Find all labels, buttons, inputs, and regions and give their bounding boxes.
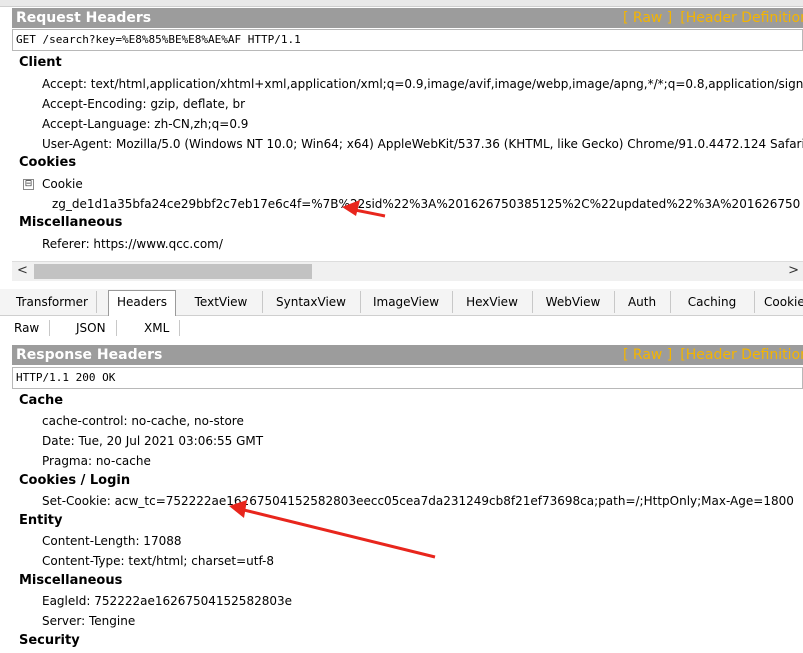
header-eagleid[interactable]: EagleId: 752222ae16267504152582803e [42, 594, 292, 608]
header-server[interactable]: Server: Tengine [42, 614, 135, 628]
request-line: GET /search?key=%E8%85%BE%E8%AE%AF HTTP/… [12, 29, 803, 51]
subtabs: Raw JSON XML [0, 316, 803, 340]
cookie-node-label[interactable]: Cookie [42, 177, 83, 191]
tab-hexview[interactable]: HexView [452, 291, 533, 313]
scrollbar-thumb[interactable] [34, 264, 312, 279]
tab-textview[interactable]: TextView [180, 291, 263, 313]
request-raw-link[interactable]: [ Raw ] [623, 10, 672, 26]
header-referer[interactable]: Referer: https://www.qcc.com/ [42, 237, 223, 251]
scroll-left-arrow-icon[interactable]: < [17, 263, 28, 278]
request-headers-bar: Request Headers [ Raw ] [Header Definitio… [12, 8, 803, 28]
header-content-type[interactable]: Content-Type: text/html; charset=utf-8 [42, 554, 274, 568]
response-headers-title: Response Headers [16, 347, 163, 363]
header-content-length[interactable]: Content-Length: 17088 [42, 534, 181, 548]
header-date[interactable]: Date: Tue, 20 Jul 2021 03:06:55 GMT [42, 434, 263, 448]
tab-auth[interactable]: Auth [614, 291, 671, 313]
group-cookies-login[interactable]: Cookies / Login [19, 473, 130, 488]
response-headers-bar: Response Headers [ Raw ] [Header Definiti… [12, 345, 803, 365]
cookie-value[interactable]: zg_de1d1a35bfa24ce29bbf2c7eb17e6c4f=%7B%… [52, 197, 800, 211]
subtab-raw[interactable]: Raw [4, 320, 51, 336]
subtab-json[interactable]: JSON [66, 320, 117, 336]
horizontal-scrollbar[interactable]: < > [12, 261, 803, 281]
request-line-text: GET /search?key=%E8%85%BE%E8%AE%AF HTTP/… [16, 33, 301, 46]
header-pragma[interactable]: Pragma: no-cache [42, 454, 151, 468]
header-user-agent[interactable]: User-Agent: Mozilla/5.0 (Windows NT 10.0… [42, 137, 803, 151]
subtab-xml[interactable]: XML [134, 320, 181, 336]
tab-transformer[interactable]: Transformer [8, 291, 97, 313]
header-accept-language[interactable]: Accept-Language: zh-CN,zh;q=0.9 [42, 117, 248, 131]
request-header-links: [ Raw ] [Header Definitions] [623, 8, 803, 28]
status-line: HTTP/1.1 200 OK [12, 367, 803, 389]
response-raw-link[interactable]: [ Raw ] [623, 347, 672, 363]
tab-cookies[interactable]: Cookies [754, 291, 803, 313]
group-security[interactable]: Security [19, 633, 80, 648]
group-entity[interactable]: Entity [19, 513, 63, 528]
group-client[interactable]: Client [19, 55, 62, 70]
collapse-toggle-icon[interactable]: ⊟ [23, 179, 34, 190]
group-cache[interactable]: Cache [19, 393, 63, 408]
request-headers-title: Request Headers [16, 10, 152, 26]
tab-imageview[interactable]: ImageView [360, 291, 453, 313]
top-toolbar-strip [0, 0, 803, 7]
group-miscellaneous-response[interactable]: Miscellaneous [19, 573, 122, 588]
tab-caching[interactable]: Caching [670, 291, 755, 313]
response-header-definitions-link[interactable]: [Header Definitions] [680, 347, 803, 363]
tab-syntaxview[interactable]: SyntaxView [262, 291, 361, 313]
status-line-text: HTTP/1.1 200 OK [16, 371, 116, 384]
tab-headers[interactable]: Headers [108, 290, 176, 316]
group-cookies[interactable]: Cookies [19, 155, 76, 170]
scroll-right-arrow-icon[interactable]: > [788, 263, 799, 278]
tab-webview[interactable]: WebView [532, 291, 615, 313]
inspector-tabs: Transformer Headers TextView SyntaxView … [0, 289, 803, 316]
annotation-arrow-set-cookie [229, 500, 436, 559]
header-set-cookie[interactable]: Set-Cookie: acw_tc=752222ae1626750415258… [42, 494, 794, 508]
request-header-definitions-link[interactable]: [Header Definitions] [680, 10, 803, 26]
header-accept[interactable]: Accept: text/html,application/xhtml+xml,… [42, 77, 803, 91]
response-header-links: [ Raw ] [Header Definitions] [623, 345, 803, 365]
header-accept-encoding[interactable]: Accept-Encoding: gzip, deflate, br [42, 97, 245, 111]
header-cache-control[interactable]: cache-control: no-cache, no-store [42, 414, 244, 428]
fiddler-inspector: Request Headers [ Raw ] [Header Definitio… [0, 0, 803, 653]
group-miscellaneous-request[interactable]: Miscellaneous [19, 215, 122, 230]
